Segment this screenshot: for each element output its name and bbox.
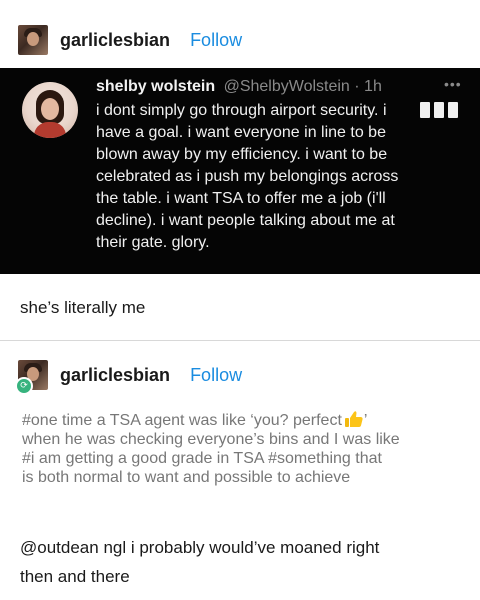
reblog-comment: @outdean ngl i probably would’ve moaned … <box>20 533 460 591</box>
username[interactable]: garliclesbian <box>60 365 170 386</box>
tag-quote: ’ <box>363 412 368 429</box>
mention-link[interactable]: @outdean <box>20 538 99 557</box>
tweet-line: have a goal. i want everyone in line to … <box>96 124 386 141</box>
avatar[interactable] <box>18 25 48 55</box>
tweet-text: i dont simply go through airport securit… <box>96 100 472 254</box>
post-header: garliclesbian Follow <box>18 25 242 55</box>
username[interactable]: garliclesbian <box>60 30 170 51</box>
tweet-line: celebrated as i push my belongings acros… <box>96 168 399 185</box>
tweet-line: decline). i want people talking about me… <box>96 212 395 229</box>
reblog-tags: #one time a TSA agent was like ‘you? per… <box>22 410 462 487</box>
tweet-header: shelby wolstein @ShelbyWolstein · 1h <box>96 78 382 96</box>
tweet-avatar <box>22 82 78 138</box>
tweet-line: i dont simply go through airport securit… <box>96 102 387 119</box>
ellipsis-icon: ••• <box>444 76 462 92</box>
tag-line[interactable]: #one time a TSA agent was like ‘you? per… <box>22 410 462 430</box>
block-glyphs-icon <box>420 102 458 118</box>
follow-button[interactable]: Follow <box>190 30 242 51</box>
avatar-face <box>27 32 39 46</box>
tag-text: #one time a TSA agent was like ‘you? per… <box>22 412 342 429</box>
divider <box>0 340 480 341</box>
tweet-handle-time: @ShelbyWolstein · 1h <box>223 78 382 95</box>
reply-text: ngl i probably would’ve moaned right <box>98 538 380 557</box>
tag-line[interactable]: when he was checking everyone’s bins and… <box>22 430 462 449</box>
tweet-line: blown away by my efficiency. i want to b… <box>96 146 388 163</box>
tweet-line: the table. i want TSA to offer me a job … <box>96 190 386 207</box>
tag-line[interactable]: #i am getting a good grade in TSA #somet… <box>22 449 462 468</box>
reply-line: then and there <box>20 567 130 586</box>
reblog-header: ⟳ garliclesbian Follow <box>15 360 242 395</box>
tag-line[interactable]: is both normal to want and possible to a… <box>22 468 462 487</box>
avatar[interactable]: ⟳ <box>15 360 48 395</box>
tweet-avatar-face <box>41 98 59 120</box>
follow-button[interactable]: Follow <box>190 365 242 386</box>
reblog-icon: ⟳ <box>15 377 33 395</box>
tweet-screenshot: shelby wolstein @ShelbyWolstein · 1h •••… <box>0 68 480 274</box>
tweet-display-name: shelby wolstein <box>96 78 216 95</box>
tweet-line: their gate. glory. <box>96 234 210 251</box>
thumbs-up-emoji-icon <box>344 411 363 427</box>
post-comment: she’s literally me <box>20 298 146 317</box>
tweet-avatar-body <box>34 122 66 138</box>
reply-line: @outdean ngl i probably would’ve moaned … <box>20 533 460 562</box>
